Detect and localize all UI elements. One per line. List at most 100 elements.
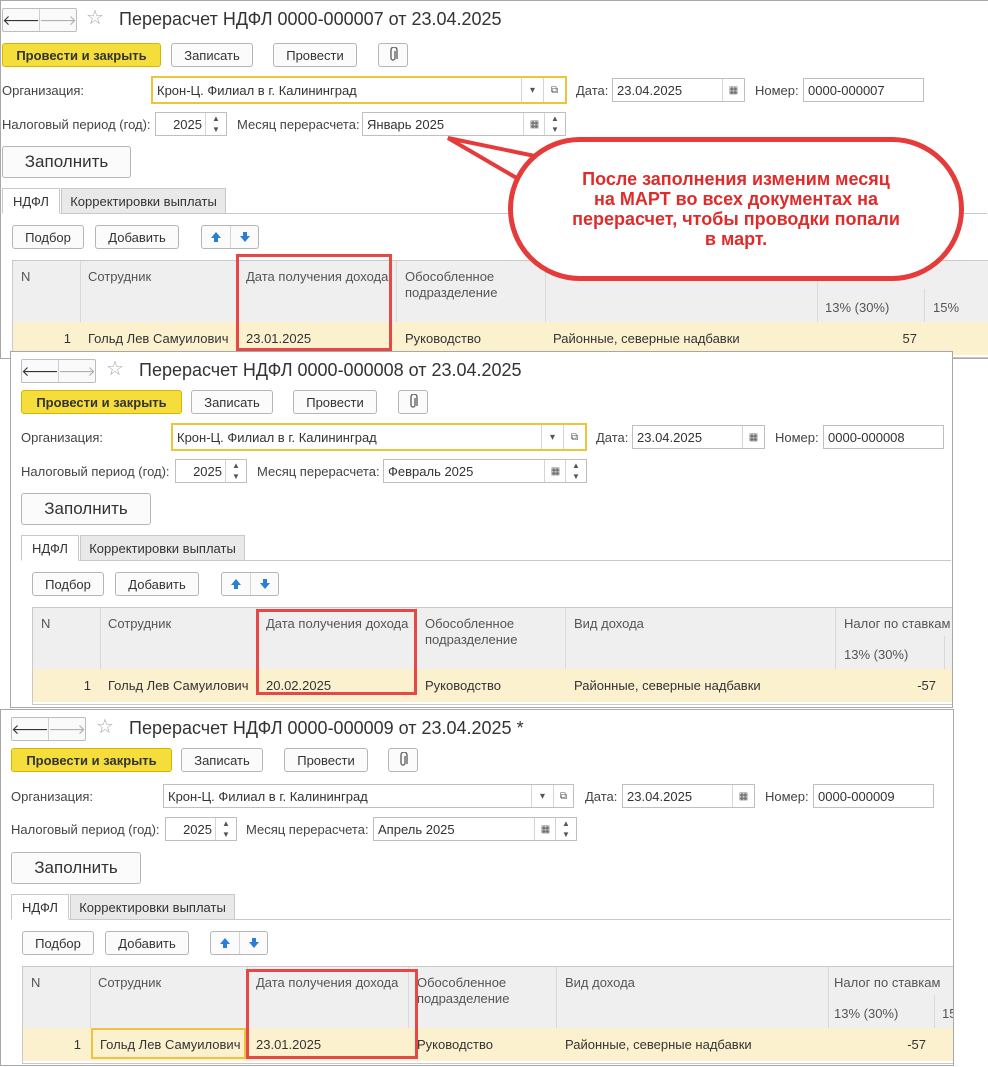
paperclip-icon[interactable] (388, 748, 418, 772)
col-rate-13: 13% (30%) (834, 1006, 899, 1021)
add-button[interactable]: Добавить (115, 572, 199, 596)
fill-button[interactable]: Заполнить (21, 493, 151, 525)
select-button[interactable]: Подбор (12, 225, 84, 249)
col-division: Обособленное подразделение (417, 975, 510, 1006)
row-income-type: Районные, северные надбавки (574, 678, 761, 693)
row-n: 1 (83, 678, 91, 693)
tab-ndfl[interactable]: НДФЛ (11, 894, 69, 920)
date-field[interactable]: 23.04.2025 ▦ (622, 784, 755, 808)
star-icon[interactable]: ☆ (96, 715, 114, 739)
open-icon[interactable]: ⧉ (543, 78, 565, 102)
title-bar: 🡐 🡒 ☆ Перерасчет НДФЛ 0000-000007 от 23.… (1, 6, 988, 32)
paperclip-icon[interactable] (398, 390, 428, 414)
post-and-close-button[interactable]: Провести и закрыть (21, 390, 182, 414)
paperclip-icon[interactable] (378, 43, 408, 67)
row-division: Руководство (425, 678, 501, 693)
period-field[interactable]: 2025 ▲ ▼ (155, 112, 227, 136)
dropdown-icon[interactable]: ▾ (541, 425, 563, 449)
number-field[interactable]: 0000-000009 (813, 784, 934, 808)
arrow-up-icon[interactable] (211, 932, 240, 954)
org-value: Крон-Ц. Филиал в г. Калининград (157, 82, 357, 98)
row-employee: Гольд Лев Самуилович (88, 331, 229, 346)
tab-ndfl[interactable]: НДФЛ (2, 188, 60, 214)
spin-icon[interactable]: ▲ ▼ (215, 818, 236, 840)
calendar-icon[interactable]: ▦ (534, 818, 556, 840)
open-icon[interactable]: ⧉ (563, 425, 585, 449)
org-label: Организация: (11, 789, 94, 804)
select-button[interactable]: Подбор (32, 572, 104, 596)
move-buttons (201, 225, 259, 249)
post-button[interactable]: Провести (293, 390, 377, 414)
row-division: Руководство (417, 1037, 493, 1052)
star-icon[interactable]: ☆ (86, 6, 104, 30)
select-button[interactable]: Подбор (22, 931, 94, 955)
org-field[interactable]: Крон-Ц. Филиал в г. Калининград ▾ ⧉ (163, 784, 574, 808)
date-label: Дата: (585, 789, 618, 804)
post-and-close-button[interactable]: Провести и закрыть (11, 748, 172, 772)
period-field[interactable]: 2025 ▲ ▼ (175, 459, 247, 483)
add-button[interactable]: Добавить (95, 225, 179, 249)
period-field[interactable]: 2025 ▲ ▼ (165, 817, 237, 841)
fill-button[interactable]: Заполнить (11, 852, 141, 884)
calendar-icon[interactable]: ▦ (732, 785, 754, 807)
move-buttons (221, 572, 279, 596)
month-value: Январь 2025 (367, 116, 445, 132)
org-field[interactable]: Крон-Ц. Филиал в г. Калининград ▾ ⧉ (171, 423, 587, 451)
arrow-down-icon[interactable] (240, 932, 268, 954)
post-and-close-button[interactable]: Провести и закрыть (2, 43, 161, 67)
star-icon[interactable]: ☆ (106, 357, 124, 381)
forward-arrow-icon[interactable]: 🡒 (39, 9, 77, 31)
arrow-down-icon[interactable] (251, 573, 279, 595)
table-row[interactable]: 1 Гольд Лев Самуилович 20.02.2025 Руково… (33, 669, 952, 702)
org-label: Организация: (2, 83, 85, 98)
post-button[interactable]: Провести (273, 43, 357, 67)
write-button[interactable]: Записать (171, 43, 253, 67)
month-field[interactable]: Февраль 2025 ▦ ▲ ▼ (383, 459, 587, 483)
number-field[interactable]: 0000-000008 (823, 425, 944, 449)
org-field[interactable]: Крон-Ц. Филиал в г. Калининград ▾ ⧉ (151, 76, 567, 104)
tab-ndfl[interactable]: НДФЛ (21, 535, 79, 561)
post-button[interactable]: Провести (284, 748, 368, 772)
date-field[interactable]: 23.04.2025 ▦ (632, 425, 765, 449)
tab-corrections[interactable]: Корректировки выплаты (80, 535, 245, 561)
arrow-up-icon[interactable] (202, 226, 231, 248)
col-division: Обособленное подразделение (405, 269, 498, 300)
forward-arrow-icon[interactable]: 🡒 (48, 718, 86, 740)
open-icon[interactable]: ⧉ (553, 785, 573, 807)
table-row[interactable]: 1 Гольд Лев Самуилович 23.01.2025 Руково… (23, 1028, 953, 1061)
highlight-income-date (246, 969, 418, 1059)
dropdown-icon[interactable]: ▾ (521, 78, 543, 102)
write-button[interactable]: Записать (191, 390, 273, 414)
arrow-down-icon[interactable] (231, 226, 259, 248)
spin-icon[interactable]: ▲ ▼ (565, 460, 586, 482)
back-arrow-icon[interactable]: 🡐 (21, 360, 59, 382)
col-rate-13: 13% (30%) (825, 300, 890, 315)
spin-icon[interactable]: ▲ ▼ (555, 818, 576, 840)
spin-icon[interactable]: ▲ ▼ (225, 460, 246, 482)
write-button[interactable]: Записать (181, 748, 263, 772)
fill-button[interactable]: Заполнить (2, 146, 131, 178)
calendar-icon[interactable]: ▦ (742, 426, 764, 448)
spin-icon[interactable]: ▲ ▼ (205, 113, 226, 135)
period-value: 2025 (193, 463, 222, 479)
month-label: Месяц перерасчета: (237, 117, 360, 132)
tab-corrections[interactable]: Корректировки выплаты (70, 894, 235, 920)
document-window-2: 🡐 🡒 ☆ Перерасчет НДФЛ 0000-000008 от 23.… (10, 351, 953, 708)
forward-arrow-icon[interactable]: 🡒 (58, 360, 96, 382)
month-field[interactable]: Апрель 2025 ▦ ▲ ▼ (373, 817, 577, 841)
dropdown-icon[interactable]: ▾ (531, 785, 553, 807)
date-field[interactable]: 23.04.2025 ▦ (612, 78, 745, 102)
ndfl-table: N Сотрудник Дата получения дохода Обособ… (22, 966, 953, 1064)
number-field[interactable]: 0000-000007 (803, 78, 924, 102)
month-label: Месяц перерасчета: (246, 822, 369, 837)
row-employee[interactable]: Гольд Лев Самуилович (91, 1028, 246, 1059)
add-button[interactable]: Добавить (105, 931, 189, 955)
calendar-icon[interactable]: ▦ (722, 79, 744, 101)
nav-buttons: 🡐 🡒 (21, 359, 96, 383)
row-amount: -57 (907, 1037, 926, 1052)
back-arrow-icon[interactable]: 🡐 (2, 9, 40, 31)
calendar-icon[interactable]: ▦ (544, 460, 566, 482)
arrow-up-icon[interactable] (222, 573, 251, 595)
tab-corrections[interactable]: Корректировки выплаты (61, 188, 226, 214)
back-arrow-icon[interactable]: 🡐 (11, 718, 49, 740)
